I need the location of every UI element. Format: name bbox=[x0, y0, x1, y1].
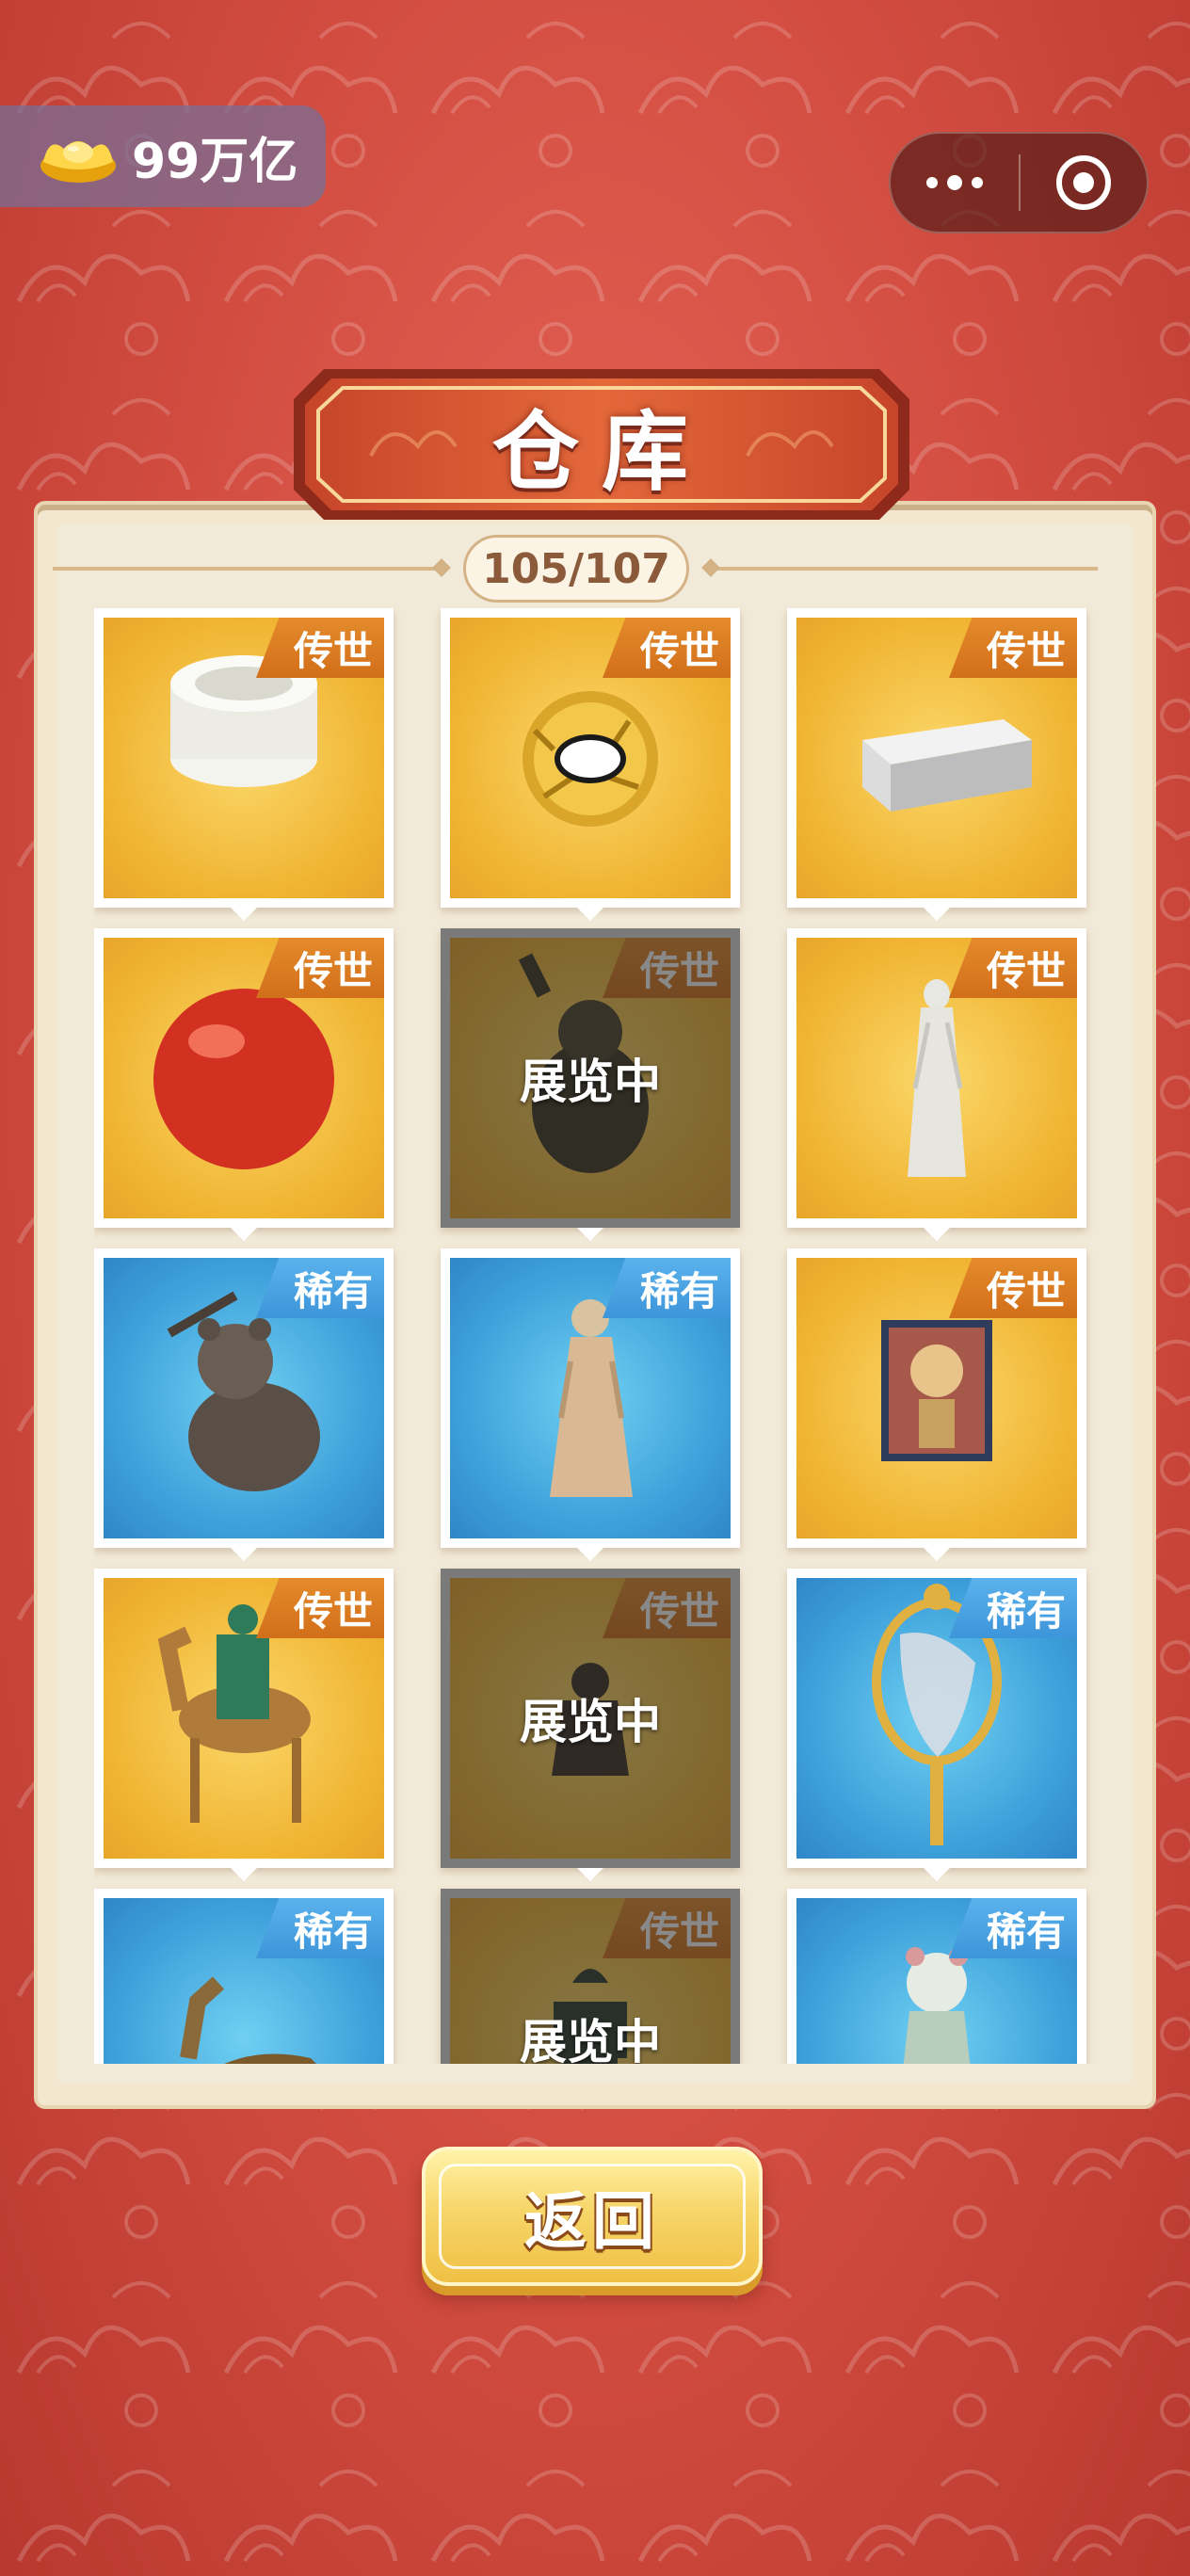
item-card-incense-burner[interactable]: 传世展览中 bbox=[441, 1889, 740, 2064]
item-card-kneeling-figure[interactable]: 传世展览中 bbox=[441, 1569, 740, 1881]
exhibiting-overlay: 展览中 bbox=[450, 1578, 731, 1859]
item-card-laughing-buddha[interactable]: 传世展览中 bbox=[441, 928, 740, 1241]
exhibiting-overlay: 展览中 bbox=[450, 938, 731, 1218]
card-pointer bbox=[577, 1548, 603, 1561]
item-card-bear-figurine[interactable]: 稀有 bbox=[94, 1248, 394, 1561]
item-card-buddhist-painting[interactable]: 传世 bbox=[787, 1248, 1086, 1561]
item-card-bronze-horse[interactable]: 稀有 bbox=[94, 1889, 394, 2064]
currency-display: 99万亿 bbox=[0, 105, 326, 207]
back-button[interactable]: 返回 bbox=[422, 2147, 763, 2286]
item-card-jade-leaf-fan[interactable]: 稀有 bbox=[787, 1569, 1086, 1881]
item-card-child-figurine[interactable]: 稀有 bbox=[787, 1889, 1086, 2064]
collection-count: 105/107 bbox=[463, 535, 689, 603]
item-card-silver-bar[interactable]: 传世 bbox=[787, 608, 1086, 921]
card-pointer bbox=[924, 1868, 950, 1881]
gold-ingot-icon bbox=[40, 141, 116, 183]
page-title: 仓库 bbox=[491, 401, 711, 503]
item-card-red-bead[interactable]: 传世 bbox=[94, 928, 394, 1241]
card-pointer bbox=[231, 908, 257, 921]
close-target-button[interactable] bbox=[1021, 155, 1147, 210]
card-pointer bbox=[577, 1228, 603, 1241]
card-pointer bbox=[924, 1228, 950, 1241]
item-grid[interactable]: 传世传世传世传世传世展览中传世稀有稀有传世传世传世展览中稀有稀有传世展览中稀有 bbox=[94, 608, 1102, 2064]
item-card-white-jade-ring[interactable]: 传世 bbox=[94, 608, 394, 921]
item-card-guanyin-statue[interactable]: 传世 bbox=[787, 928, 1086, 1241]
card-pointer bbox=[231, 1228, 257, 1241]
exhibiting-overlay: 展览中 bbox=[450, 1898, 731, 2064]
back-button-label: 返回 bbox=[524, 2185, 660, 2258]
item-card-sancai-camel[interactable]: 传世 bbox=[94, 1569, 394, 1881]
card-pointer bbox=[924, 908, 950, 921]
card-pointer bbox=[577, 908, 603, 921]
card-pointer bbox=[231, 1868, 257, 1881]
card-pointer bbox=[924, 1548, 950, 1561]
more-dots-icon[interactable] bbox=[891, 175, 1019, 190]
card-pointer bbox=[577, 1868, 603, 1881]
mini-program-capsule bbox=[889, 132, 1149, 233]
currency-amount: 99万亿 bbox=[132, 133, 298, 190]
item-card-ferrero-chocolate[interactable]: 传世 bbox=[441, 608, 740, 921]
item-card-tang-lady-figurine[interactable]: 稀有 bbox=[441, 1248, 740, 1561]
collection-count-row: 105/107 bbox=[53, 535, 1098, 603]
title-banner: 仓库 bbox=[286, 362, 917, 527]
target-icon bbox=[1056, 155, 1111, 210]
card-pointer bbox=[231, 1548, 257, 1561]
